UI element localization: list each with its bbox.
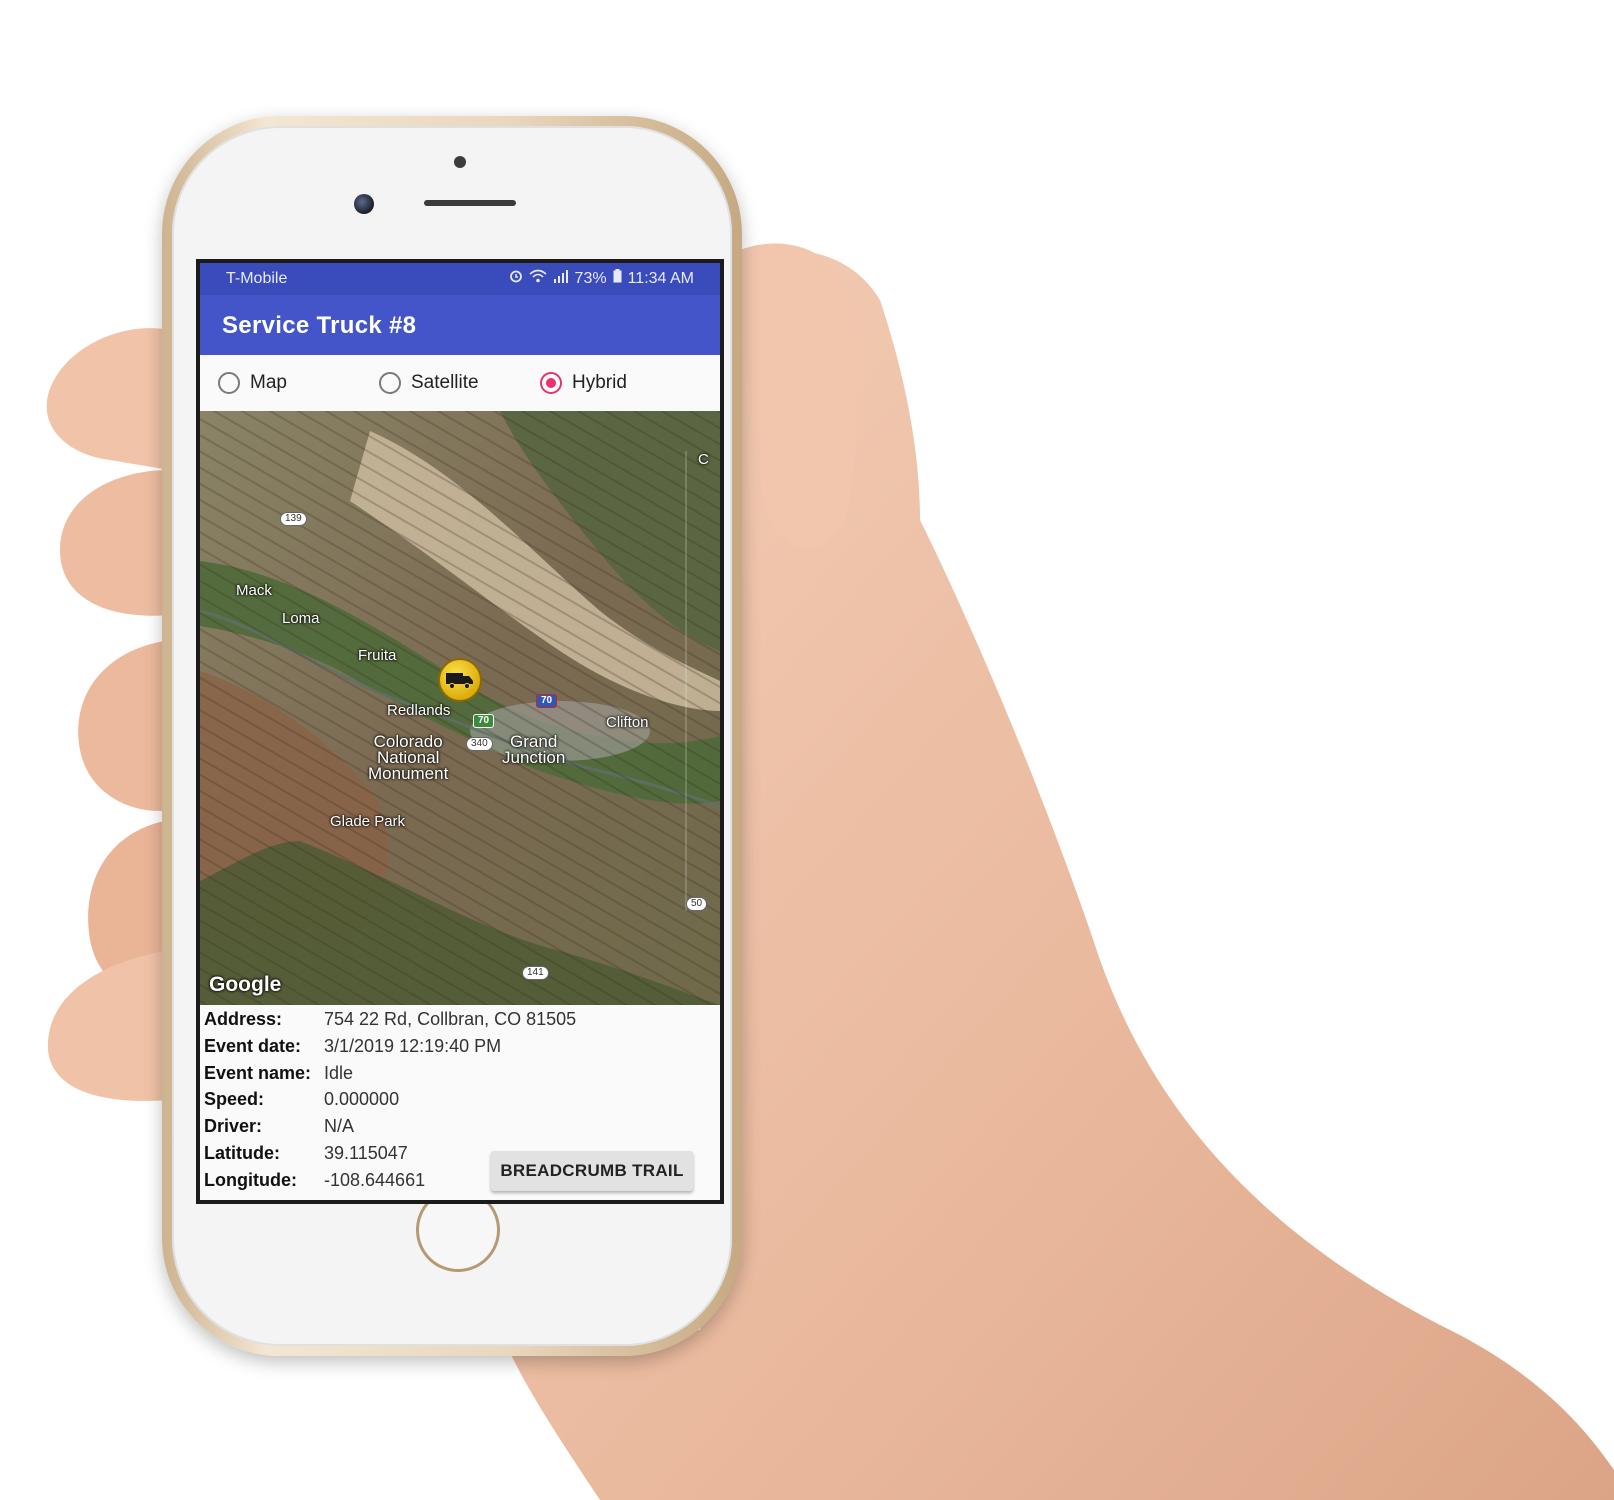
detail-value: 0.000000: [324, 1089, 400, 1109]
radio-satellite[interactable]: Satellite: [379, 370, 479, 396]
route-shield-139: 139: [280, 512, 307, 526]
satellite-imagery: [200, 411, 720, 1005]
radio-label: Satellite: [411, 372, 479, 393]
interstate-shield-70: 70: [536, 694, 558, 708]
clock: 11:34 AM: [627, 269, 694, 287]
detail-label: Event name:: [204, 1063, 312, 1083]
detail-value: 39.115047: [324, 1143, 408, 1163]
map-label-glade-park: Glade Park: [330, 813, 406, 830]
detail-label: Driver:: [204, 1116, 263, 1136]
us-route-shield-70: 70: [473, 714, 495, 728]
alarm-icon: [509, 269, 523, 288]
map-type-selector: Map Satellite Hybrid: [200, 355, 720, 411]
wifi-icon: [529, 269, 547, 288]
map-label-mack: Mack: [236, 582, 272, 599]
map-label-edge: C: [698, 451, 709, 468]
map-label-colorado-national-monument: Colorado National Monument: [368, 732, 449, 783]
google-attribution: Google: [209, 973, 282, 996]
route-shield-340: 340: [466, 737, 493, 751]
map-label-fruita: Fruita: [358, 647, 397, 664]
detail-value: N/A: [324, 1116, 355, 1136]
battery-icon: [613, 269, 622, 288]
radio-circle[interactable]: [379, 372, 401, 394]
earpiece-speaker: [424, 200, 516, 206]
detail-label: Address:: [204, 1009, 283, 1029]
detail-value: Idle: [324, 1063, 354, 1083]
signal-icon: [553, 269, 569, 288]
radio-circle[interactable]: [218, 372, 240, 394]
radio-label: Map: [250, 372, 287, 393]
detail-value: 3/1/2019 12:19:40 PM: [324, 1036, 502, 1056]
map-view[interactable]: Mack Loma Fruita Redlands Colorado Natio…: [200, 411, 720, 1005]
detail-label: Event date:: [204, 1036, 302, 1056]
radio-label: Hybrid: [572, 372, 627, 393]
radio-hybrid[interactable]: Hybrid: [540, 370, 627, 396]
map-label-clifton: Clifton: [606, 714, 649, 731]
detail-label: Latitude:: [204, 1143, 280, 1163]
app-bar: Service Truck #8: [200, 295, 720, 355]
front-camera: [354, 194, 374, 214]
detail-value: -108.644661: [324, 1170, 426, 1190]
detail-label: Longitude:: [204, 1170, 297, 1190]
route-shield-141: 141: [522, 966, 549, 980]
app-screen: T-Mobile 73% 11:34 AM Service Truck #8 M…: [196, 259, 724, 1204]
page-title: Service Truck #8: [222, 312, 417, 339]
breadcrumb-trail-button[interactable]: BREADCRUMB TRAIL: [491, 1151, 693, 1191]
detail-label: Speed:: [204, 1089, 265, 1109]
radio-circle[interactable]: [540, 372, 562, 394]
proximity-sensor: [454, 156, 466, 168]
status-bar: T-Mobile 73% 11:34 AM: [200, 263, 720, 295]
truck-marker[interactable]: [438, 658, 482, 702]
map-label-loma: Loma: [282, 610, 320, 627]
map-label-grand-junction: Grand Junction: [502, 732, 566, 767]
truck-icon: [446, 673, 473, 689]
battery-percent: 73%: [574, 269, 607, 287]
carrier-name: T-Mobile: [226, 270, 288, 287]
route-shield-50: 50: [686, 897, 708, 911]
radio-map[interactable]: Map: [218, 370, 287, 396]
status-icons: 73% 11:34 AM: [509, 269, 694, 288]
map-label-redlands: Redlands: [387, 702, 451, 719]
detail-value: 754 22 Rd, Collbran, CO 81505: [324, 1009, 577, 1029]
vehicle-details: Address: 754 22 Rd, Collbran, CO 81505 E…: [200, 1005, 720, 1200]
